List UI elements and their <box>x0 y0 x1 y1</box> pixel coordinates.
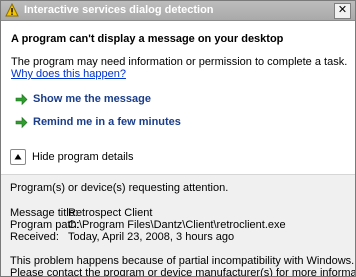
green-arrow-icon <box>15 93 28 106</box>
window-title: Interactive services dialog detection <box>24 4 214 16</box>
hide-details-button[interactable] <box>10 149 26 165</box>
green-arrow-icon <box>15 116 28 129</box>
message-panel: A program can't display a message on you… <box>1 21 355 174</box>
message-heading: A program can't display a message on you… <box>11 33 284 45</box>
incompatibility-note: This problem happens because of partial … <box>10 255 355 267</box>
program-path-value: C:\Program Files\Dantz\Client\retroclien… <box>68 219 286 231</box>
received-row: Received: Today, April 23, 2008, 3 hours … <box>10 231 234 243</box>
warning-icon <box>5 3 19 17</box>
message-title-value: Retrospect Client <box>68 207 153 219</box>
show-message-label: Show me the message <box>33 93 151 105</box>
details-intro: Program(s) or device(s) requesting atten… <box>10 182 229 194</box>
remind-later-label: Remind me in a few minutes <box>33 116 181 128</box>
message-title-row: Message title:Retrospect Client <box>10 207 152 219</box>
received-value: Today, April 23, 2008, 3 hours ago <box>68 231 235 243</box>
details-panel: Program(s) or device(s) requesting atten… <box>1 175 355 276</box>
title-bar[interactable]: Interactive services dialog detection ✕ <box>1 1 355 21</box>
program-path-label: Program path: <box>10 219 80 231</box>
hide-details-label[interactable]: Hide program details <box>32 151 134 163</box>
contact-note: Please contact the program or device man… <box>10 267 356 277</box>
why-does-this-happen-link[interactable]: Why does this happen? <box>11 68 126 80</box>
program-path-row: Program path:C:\Program Files\Dantz\Clie… <box>10 219 286 231</box>
message-title-label: Message title: <box>10 207 78 219</box>
received-label: Received: <box>10 231 59 243</box>
close-button[interactable]: ✕ <box>334 3 351 19</box>
dialog-window: Interactive services dialog detection ✕ … <box>0 0 356 277</box>
message-description: The program may need information or perm… <box>11 56 348 68</box>
chevron-up-icon <box>14 154 22 160</box>
